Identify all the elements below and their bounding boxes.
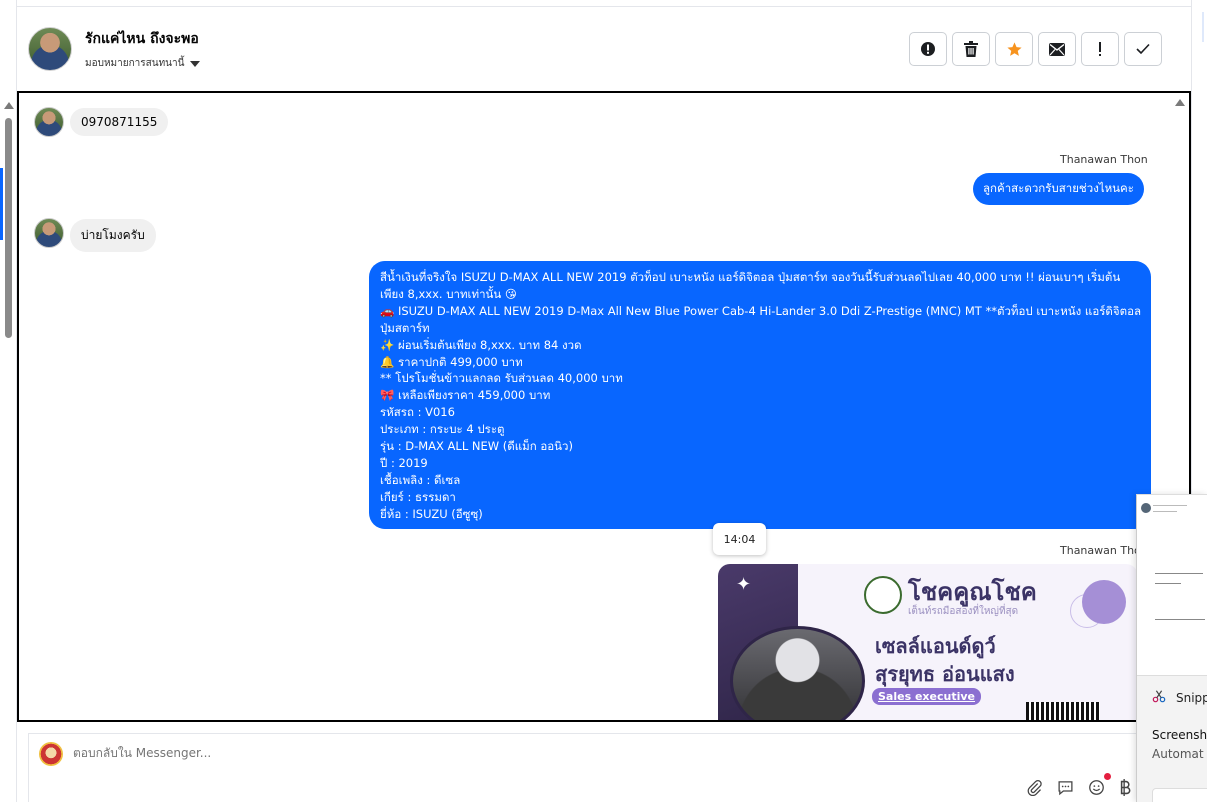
message-line: เชื้อเพลิง : ดีเซล	[380, 472, 461, 487]
follow-up-button[interactable]	[1081, 32, 1119, 66]
image-badge: Sales executive	[872, 688, 981, 705]
snipping-notification[interactable]: Snipp Screensh Automat	[1136, 494, 1207, 802]
mark-unread-button[interactable]	[1038, 32, 1076, 66]
thumbnail-avatar	[1141, 503, 1151, 513]
message-line: ปี : 2019	[380, 455, 428, 470]
reply-input[interactable]	[73, 746, 673, 760]
chevron-down-icon	[190, 60, 201, 67]
contact-name[interactable]: รักแค่ไหน ถึงจะพอ	[85, 28, 199, 50]
screenshot-thumbnail[interactable]	[1137, 495, 1207, 675]
message-line: 🚗 ISUZU D-MAX ALL NEW 2019 D-Max All New…	[380, 303, 1141, 318]
thumbnail-line	[1155, 619, 1205, 620]
sender-name: Thanawan Thon	[1060, 544, 1148, 557]
spam-button[interactable]	[909, 32, 947, 66]
check-icon	[1136, 43, 1150, 55]
message-line: สีน้ำเงินที่จริงใจ ISUZU D-MAX ALL NEW 2…	[380, 270, 1121, 284]
message-line: เพียง 8,xxx. บาทเท่านั้น 😘	[380, 286, 517, 301]
thumbnail-line	[1153, 511, 1177, 512]
outer-scrollbar[interactable]	[0, 0, 17, 802]
assign-conversation-dropdown[interactable]: มอบหมายการสนทนานี้	[85, 56, 201, 71]
trash-icon	[964, 41, 978, 57]
snip-action-button[interactable]	[1152, 788, 1207, 802]
snip-title: Snipp	[1176, 691, 1207, 705]
outgoing-listing-message[interactable]: สีน้ำเงินที่จริงใจ ISUZU D-MAX ALL NEW 2…	[369, 261, 1151, 529]
thumbnail-line	[1155, 573, 1203, 574]
message-line: เกียร์ : ธรรมดา	[380, 489, 456, 504]
alert-circle-icon	[921, 42, 935, 56]
thumbnail-line	[1155, 583, 1181, 584]
image-tagline: เต็นท์รถมือสองที่ใหญ่ที่สุด	[908, 606, 1019, 617]
scrollbar-thumb[interactable]	[5, 118, 12, 338]
emoji-icon[interactable]	[1088, 779, 1105, 796]
timestamp-tooltip: 14:04	[713, 523, 766, 555]
delete-button[interactable]	[952, 32, 990, 66]
sender-name: Thanawan Thon	[1060, 153, 1148, 166]
message-line: ยี่ห้อ : ISUZU (อีซูซุ)	[380, 506, 483, 521]
contact-avatar[interactable]	[28, 27, 72, 71]
scroll-up-arrow-icon[interactable]	[4, 102, 14, 109]
payment-baht-icon[interactable]	[1119, 779, 1131, 796]
message-line: 🎀 เหลือเพียงราคา 459,000 บาท	[380, 388, 551, 403]
snip-subtext: Automat	[1152, 747, 1204, 761]
salesperson-photo	[730, 626, 865, 720]
right-edge-panel	[1191, 0, 1207, 500]
image-person-name: สุรยุทธ อ่อนแสง	[875, 662, 1015, 686]
message-line: รหัสรถ : V016	[380, 405, 455, 420]
saved-replies-icon[interactable]	[1057, 779, 1074, 796]
message-line: ** โปรโมชั่นข้าวแลกลด รับส่วนลด 40,000 บ…	[380, 371, 623, 386]
reply-box	[28, 733, 1138, 802]
composer-tools	[1026, 779, 1131, 796]
sparkle-icon: ✦	[736, 574, 752, 595]
thread-scroll-up-icon[interactable]	[1175, 99, 1185, 106]
message-line: ประเภท : กระบะ 4 ประตู	[380, 422, 505, 437]
message-line: ✨ ผ่อนเริ่มต้นเพียง 8,xxx. บาท 84 งวด	[380, 337, 582, 352]
edge-indicator	[1202, 12, 1204, 42]
image-attachment[interactable]: ✦ โชคคูณโชค เต็นท์รถมือสองที่ใหญ่ที่สุด …	[718, 564, 1138, 720]
incoming-message[interactable]: 0970871155	[70, 108, 169, 136]
brand-logo	[864, 576, 902, 614]
notification-dot	[1104, 773, 1111, 780]
star-icon	[1006, 41, 1022, 56]
image-decoration	[1082, 580, 1126, 624]
message-line: รุ่น : D-MAX ALL NEW (ดีแม็ก ออนิว)	[380, 439, 573, 454]
exclamation-icon	[1099, 42, 1101, 56]
message-line: 🔔 ราคาปกติ 499,000 บาท	[380, 354, 523, 369]
active-indicator	[0, 168, 3, 240]
contact-avatar-small[interactable]	[34, 218, 64, 248]
message-line: ปุ่มสตาร์ท	[380, 320, 430, 335]
qr-code	[1026, 702, 1100, 720]
snipping-tool-toast[interactable]: Snipp Screensh Automat	[1137, 675, 1207, 802]
envelope-icon	[1049, 42, 1065, 56]
outgoing-message[interactable]: ลูกค้าสะดวกรับสายช่วงไหนคะ	[973, 173, 1144, 205]
scissors-icon	[1152, 690, 1166, 703]
assign-label: มอบหมายการสนทนานี้	[85, 58, 185, 69]
star-button[interactable]	[995, 32, 1033, 66]
contact-avatar-small[interactable]	[34, 107, 64, 137]
conversation-header: รักแค่ไหน ถึงจะพอ มอบหมายการสนทนานี้	[17, 7, 1191, 91]
message-thread[interactable]: 0970871155 Thanawan Thon ลูกค้าสะดวกรับส…	[17, 91, 1191, 722]
done-button[interactable]	[1124, 32, 1162, 66]
snip-heading: Screensh	[1152, 728, 1207, 742]
attachment-icon[interactable]	[1026, 779, 1043, 796]
thumbnail-line	[1153, 505, 1187, 506]
page-avatar	[39, 742, 63, 766]
incoming-message[interactable]: บ่ายโมงครับ	[70, 219, 156, 252]
header-actions	[909, 32, 1162, 66]
